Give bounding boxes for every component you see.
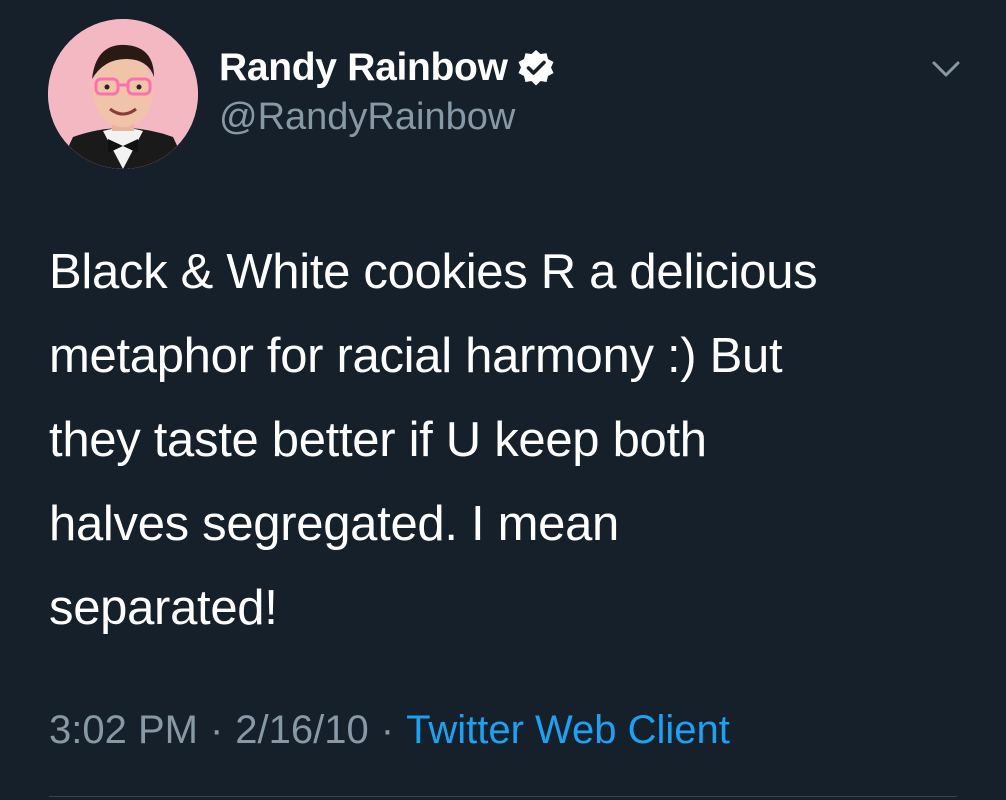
author-display-name[interactable]: Randy Rainbow xyxy=(219,46,508,90)
divider xyxy=(49,796,957,797)
separator-dot: · xyxy=(209,708,224,752)
tweet-text: Black & White cookies R a delicious meta… xyxy=(49,245,818,635)
tweet-metadata: 3:02 PM · 2/16/10 · Twitter Web Client xyxy=(49,708,730,753)
verified-badge-icon xyxy=(516,48,556,88)
tweet-card: Randy Rainbow @RandyRainbow Black & Whit… xyxy=(0,0,1006,800)
tweet-time[interactable]: 3:02 PM xyxy=(49,708,198,753)
tweet-date[interactable]: 2/16/10 xyxy=(235,708,368,753)
tweet-source-link[interactable]: Twitter Web Client xyxy=(406,708,730,753)
avatar[interactable] xyxy=(48,19,198,169)
chevron-down-icon[interactable] xyxy=(928,54,964,84)
separator-dot: · xyxy=(380,708,395,752)
profile-photo-icon xyxy=(48,19,198,169)
author-handle[interactable]: @RandyRainbow xyxy=(219,96,515,139)
author-name-row: Randy Rainbow xyxy=(219,44,556,92)
